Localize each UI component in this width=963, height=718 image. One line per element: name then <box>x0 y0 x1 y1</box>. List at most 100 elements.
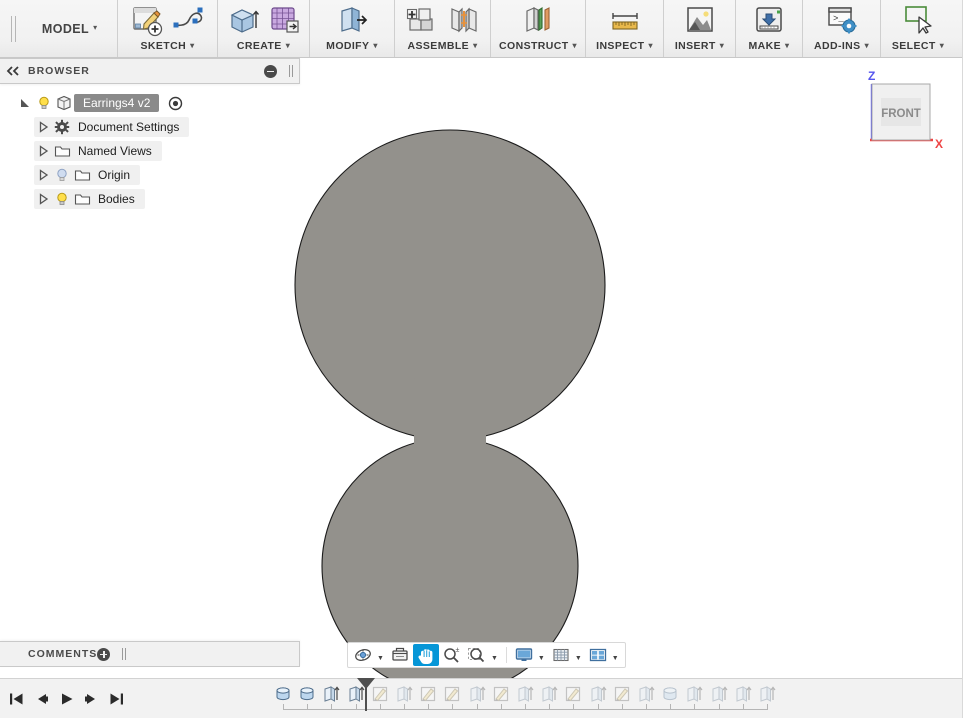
pan-hand-icon[interactable] <box>412 644 439 666</box>
chevron-down-icon[interactable]: ▼ <box>538 655 545 662</box>
measure-icon[interactable] <box>606 2 644 38</box>
tree-item-named-views[interactable]: Named Views <box>0 139 300 163</box>
timeline-playhead[interactable] <box>356 677 375 711</box>
play-icon[interactable] <box>54 686 79 712</box>
select-window-icon[interactable] <box>899 2 937 38</box>
add-comment-icon[interactable] <box>97 647 111 661</box>
lightbulb-off-icon[interactable] <box>52 165 72 185</box>
extrude-icon[interactable] <box>224 2 262 38</box>
ribbon-panel-addins-label[interactable]: ADD-INS ▾ <box>803 40 880 52</box>
create-sketch-icon[interactable] <box>128 2 166 38</box>
step-forward-icon[interactable] <box>79 686 104 712</box>
chevron-down-icon[interactable]: ▼ <box>575 655 582 662</box>
timeline-tick <box>767 703 768 710</box>
ribbon-panel-assemble-label[interactable]: ASSEMBLE ▾ <box>395 40 490 52</box>
collapse-left-icon[interactable] <box>6 66 20 76</box>
expand-triangle-right-icon[interactable] <box>34 190 52 208</box>
ribbon-panel-modify: MODIFY ▾ <box>310 0 395 57</box>
ribbon-panel-construct-label[interactable]: CONSTRUCT ▾ <box>491 40 585 52</box>
timeline-feature-extrude[interactable] <box>732 683 754 705</box>
ribbon-panel-inspect-label[interactable]: INSPECT ▾ <box>586 40 663 52</box>
press-pull-icon[interactable] <box>333 2 371 38</box>
timeline-feature-revolve[interactable] <box>296 683 318 705</box>
expand-triangle-down-icon[interactable] <box>16 94 34 112</box>
timeline-feature-extrude[interactable] <box>708 683 730 705</box>
folder-icon <box>72 189 92 209</box>
comments-resize-grip[interactable] <box>117 648 127 660</box>
timeline-feature-revolve[interactable] <box>659 683 681 705</box>
zoom-icon[interactable]: ± <box>440 644 464 666</box>
ribbon-panel-select-label[interactable]: SELECT ▾ <box>881 40 955 52</box>
jump-to-end-icon[interactable] <box>104 686 129 712</box>
grid-snaps-icon[interactable] <box>549 644 573 666</box>
orbit-icon[interactable] <box>351 644 375 666</box>
timeline-feature-extrude[interactable] <box>320 683 342 705</box>
timeline-feature-sketch[interactable] <box>417 683 439 705</box>
tree-item-document-settings[interactable]: Document Settings <box>0 115 300 139</box>
ribbon-panel-insert-label[interactable]: INSERT ▾ <box>664 40 735 52</box>
expand-triangle-right-icon[interactable] <box>34 118 52 136</box>
browser-resize-grip[interactable] <box>284 65 294 77</box>
joint-icon[interactable] <box>445 2 483 38</box>
zoom-window-icon[interactable] <box>465 644 489 666</box>
timeline-feature-sketch[interactable] <box>611 683 633 705</box>
tree-item-label: Bodies <box>98 192 135 206</box>
expand-triangle-right-icon[interactable] <box>34 142 52 160</box>
expand-triangle-right-icon[interactable] <box>34 166 52 184</box>
chevron-down-icon[interactable]: ▼ <box>491 655 498 662</box>
chevron-down-icon[interactable]: ▼ <box>377 655 384 662</box>
lightbulb-on-icon[interactable] <box>34 93 54 113</box>
tree-item-origin[interactable]: Origin <box>0 163 300 187</box>
ribbon-panel-create-label[interactable]: CREATE ▾ <box>218 40 309 52</box>
timeline-feature-extrude[interactable] <box>756 683 778 705</box>
jump-to-beginning-icon[interactable] <box>4 686 29 712</box>
timeline-feature-extrude[interactable] <box>683 683 705 705</box>
minimize-icon[interactable] <box>264 64 277 78</box>
timeline-feature-extrude[interactable] <box>538 683 560 705</box>
3d-print-icon[interactable] <box>750 2 788 38</box>
new-component-icon[interactable] <box>403 2 441 38</box>
timeline-feature-extrude[interactable] <box>466 683 488 705</box>
tree-item-earrings4-v2[interactable]: Earrings4 v2 <box>0 91 300 115</box>
tree-item-bodies[interactable]: Bodies <box>0 187 300 211</box>
ribbon-panel-sketch-label[interactable]: SKETCH ▾ <box>118 40 217 52</box>
ribbon-drag-grip[interactable] <box>0 0 22 57</box>
workspace-label: MODEL <box>41 21 90 36</box>
timeline-feature-extrude[interactable] <box>393 683 415 705</box>
timeline-feature-extrude[interactable] <box>587 683 609 705</box>
comments-panel-header[interactable]: COMMENTS <box>0 641 300 667</box>
timeline-feature-extrude[interactable] <box>635 683 657 705</box>
look-at-icon[interactable] <box>388 644 412 666</box>
ribbon-panel-assemble: ASSEMBLE ▾ <box>395 0 491 57</box>
timeline-feature-revolve[interactable] <box>272 683 294 705</box>
ribbon-panel-select: SELECT ▾ <box>881 0 955 57</box>
timeline-feature-sketch[interactable] <box>490 683 512 705</box>
timeline-feature-extrude[interactable] <box>514 683 536 705</box>
timeline-feature-sketch[interactable] <box>562 683 584 705</box>
view-cube[interactable]: Z X FRONT <box>855 62 959 162</box>
viewcube-face-label: FRONT <box>881 108 921 120</box>
ribbon-panel-create: CREATE ▾ <box>218 0 310 57</box>
activate-component-icon[interactable] <box>165 93 185 113</box>
lightbulb-on-icon[interactable] <box>52 189 72 209</box>
step-back-icon[interactable] <box>29 686 54 712</box>
offset-plane-icon[interactable] <box>519 2 557 38</box>
ribbon-toolbar: MODEL ▾ SKETCH ▾ CREATE ▾ MODIFY ▾ ASSEM… <box>0 0 963 58</box>
chevron-down-icon[interactable]: ▼ <box>612 655 619 662</box>
scripts-addins-icon[interactable]: >_ <box>823 2 861 38</box>
ribbon-panel-modify-label[interactable]: MODIFY ▾ <box>310 40 394 52</box>
svg-text:±: ± <box>455 647 459 654</box>
mesh-create-icon[interactable] <box>266 2 304 38</box>
spline-icon[interactable] <box>170 2 208 38</box>
viewcube-axis-x-label: X <box>935 137 943 151</box>
workspace-switcher[interactable]: MODEL ▾ <box>22 0 118 57</box>
insert-image-icon[interactable] <box>681 2 719 38</box>
ribbon-panel-make-label[interactable]: MAKE ▾ <box>736 40 802 52</box>
browser-panel: BROWSER Earrings4 v2 Document Settings N… <box>0 58 300 211</box>
display-settings-icon[interactable] <box>512 644 536 666</box>
timeline-track[interactable] <box>137 677 963 718</box>
timeline-feature-sketch[interactable] <box>441 683 463 705</box>
viewcube-axis-z-label: Z <box>868 69 875 83</box>
viewports-icon[interactable] <box>586 644 610 666</box>
tree-item-label: Origin <box>98 168 131 182</box>
